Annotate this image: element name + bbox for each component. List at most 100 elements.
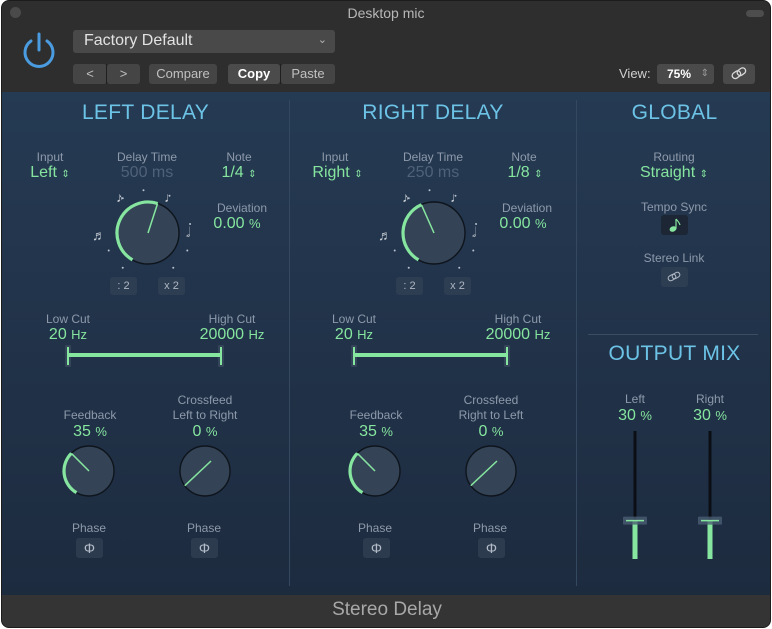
- right-feedback-knob[interactable]: [345, 441, 405, 501]
- copy-button[interactable]: Copy: [228, 64, 280, 84]
- stereo-link-button[interactable]: [661, 267, 688, 287]
- knob-body: [465, 445, 517, 497]
- right-crossfeed-field[interactable]: 0 %: [461, 423, 521, 441]
- tick-dot: [186, 249, 189, 252]
- left-low-cut-label: Low Cut: [45, 312, 91, 326]
- left-delay-time-knob[interactable]: ♬ ♪ ♩ 𝅗𝅥: [89, 184, 209, 294]
- right-input-label: Input: [321, 150, 349, 164]
- left-low-cut-value: 20: [48, 326, 67, 343]
- quarter-note-icon: ♩: [164, 189, 178, 205]
- right-deviation-field[interactable]: 0.00 %: [483, 215, 563, 233]
- right-crossfeed-knob[interactable]: [461, 441, 521, 501]
- next-preset-button[interactable]: >: [107, 64, 140, 84]
- phase-invert-icon: Φ: [83, 540, 96, 556]
- right-low-cut-value: 20: [334, 326, 353, 343]
- left-note-select[interactable]: 1/4 ⇕: [204, 164, 274, 182]
- output-left-field[interactable]: 30 %: [605, 407, 665, 425]
- right-delay-title: RIGHT DELAY: [362, 101, 504, 124]
- output-right-unit: %: [715, 408, 727, 423]
- output-left-value: 30: [618, 407, 636, 424]
- up-down-stepper-icon: ⇕: [248, 169, 257, 180]
- left-delay-title: LEFT DELAY: [81, 101, 210, 124]
- left-deviation-field[interactable]: 0.00 %: [197, 215, 277, 233]
- right-cut-range-slider[interactable]: [348, 343, 518, 369]
- right-high-cut-field[interactable]: 20000 Hz: [478, 326, 558, 344]
- right-low-cut-label: Low Cut: [331, 312, 377, 326]
- left-feedback-knob[interactable]: [59, 441, 119, 501]
- left-double-button[interactable]: x 2: [158, 277, 185, 295]
- fader-fill: [632, 520, 638, 559]
- window-control[interactable]: [746, 10, 764, 17]
- right-note-value: 1/8: [507, 164, 530, 181]
- left-low-cut-field[interactable]: 20 Hz: [38, 326, 98, 344]
- tick-dot: [458, 266, 461, 269]
- half-note-icon: 𝅗𝅥: [472, 224, 476, 240]
- output-right-field[interactable]: 30 %: [680, 407, 740, 425]
- right-halve-button[interactable]: : 2: [396, 277, 423, 295]
- left-feedback-field[interactable]: 35 %: [60, 423, 120, 441]
- previous-preset-button[interactable]: <: [73, 64, 107, 84]
- right-feedback-phase-button[interactable]: Φ: [363, 538, 390, 558]
- view-zoom-select[interactable]: 75% ⇕: [657, 64, 714, 84]
- right-crossfeed-label: Crossfeed: [463, 393, 519, 407]
- eighth-note-icon: [669, 218, 681, 232]
- paste-button[interactable]: Paste: [281, 64, 335, 84]
- view-label: View:: [619, 66, 651, 81]
- left-high-cut-field[interactable]: 20000 Hz: [192, 326, 272, 344]
- right-low-cut-field[interactable]: 20 Hz: [324, 326, 384, 344]
- right-input-value: Right: [312, 164, 350, 181]
- tick-dot: [121, 266, 124, 269]
- plugin-window: Desktop mic Factory Default ⌄ < > Compar…: [1, 0, 771, 628]
- left-note-value: 1/4: [221, 164, 244, 181]
- tick-dot: [142, 189, 145, 192]
- right-crossfeed-phase-button[interactable]: Φ: [478, 538, 505, 558]
- half-note-icon: 𝅗𝅥: [186, 224, 190, 240]
- right-delay-time-knob[interactable]: ♬ ♪ ♩ 𝅗𝅥: [375, 184, 495, 294]
- link-icon: [667, 271, 681, 282]
- routing-select[interactable]: Straight ⇕: [614, 164, 734, 182]
- left-feedback-unit: %: [95, 424, 107, 439]
- plugin-name-footer: Stereo Delay: [2, 595, 770, 627]
- output-left-label: Left: [624, 392, 645, 406]
- tick-dot: [393, 249, 396, 252]
- output-right-label: Right: [695, 392, 724, 406]
- preset-dropdown[interactable]: Factory Default ⌄: [73, 30, 335, 53]
- title-bar: Desktop mic: [2, 1, 770, 25]
- left-halve-button[interactable]: : 2: [110, 277, 137, 295]
- link-button[interactable]: [723, 64, 755, 84]
- tempo-sync-button[interactable]: [661, 215, 688, 235]
- routing-value: Straight: [640, 164, 696, 181]
- output-left-fader[interactable]: [620, 429, 650, 564]
- cut-range-bar: [354, 353, 507, 357]
- right-deviation-unit: %: [535, 216, 547, 231]
- power-icon[interactable]: [20, 31, 58, 69]
- left-crossfeed-phase-button[interactable]: Φ: [191, 538, 218, 558]
- right-note-select[interactable]: 1/8 ⇕: [490, 164, 560, 182]
- right-double-button[interactable]: x 2: [444, 277, 471, 295]
- right-high-cut-value: 20000: [485, 326, 531, 343]
- right-note-label: Note: [511, 150, 537, 164]
- left-crossfeed-field[interactable]: 0 %: [175, 423, 235, 441]
- right-crossfeed-value: 0: [478, 423, 488, 440]
- left-crossfeed-value: 0: [192, 423, 202, 440]
- left-cut-range-slider[interactable]: [62, 343, 232, 369]
- right-crossfeed-unit: %: [491, 424, 504, 439]
- left-high-cut-label: High Cut: [208, 312, 256, 326]
- view-zoom-value: 75%: [667, 67, 692, 81]
- quarter-note-icon: ♩: [450, 189, 464, 205]
- right-feedback-label: Feedback: [349, 408, 403, 422]
- right-feedback-unit: %: [381, 424, 393, 439]
- right-feedback-field[interactable]: 35 %: [346, 423, 406, 441]
- left-delay-time-value: 500 ms: [120, 164, 174, 181]
- left-feedback-phase-button[interactable]: Φ: [76, 538, 103, 558]
- plugin-panel: LEFT DELAY Input Left ⇕ Delay Time 500 m…: [2, 92, 770, 595]
- compare-button[interactable]: Compare: [149, 64, 217, 84]
- left-input-select[interactable]: Left ⇕: [15, 164, 85, 182]
- right-crossfeed-phase-label: Phase: [472, 521, 508, 535]
- output-right-fader[interactable]: [695, 429, 725, 564]
- left-crossfeed-knob[interactable]: [175, 441, 235, 501]
- eighth-note-icon: ♪: [116, 189, 123, 205]
- right-input-select[interactable]: Right ⇕: [300, 164, 375, 182]
- output-right-value: 30: [693, 407, 711, 424]
- left-crossfeed-unit: %: [205, 424, 218, 439]
